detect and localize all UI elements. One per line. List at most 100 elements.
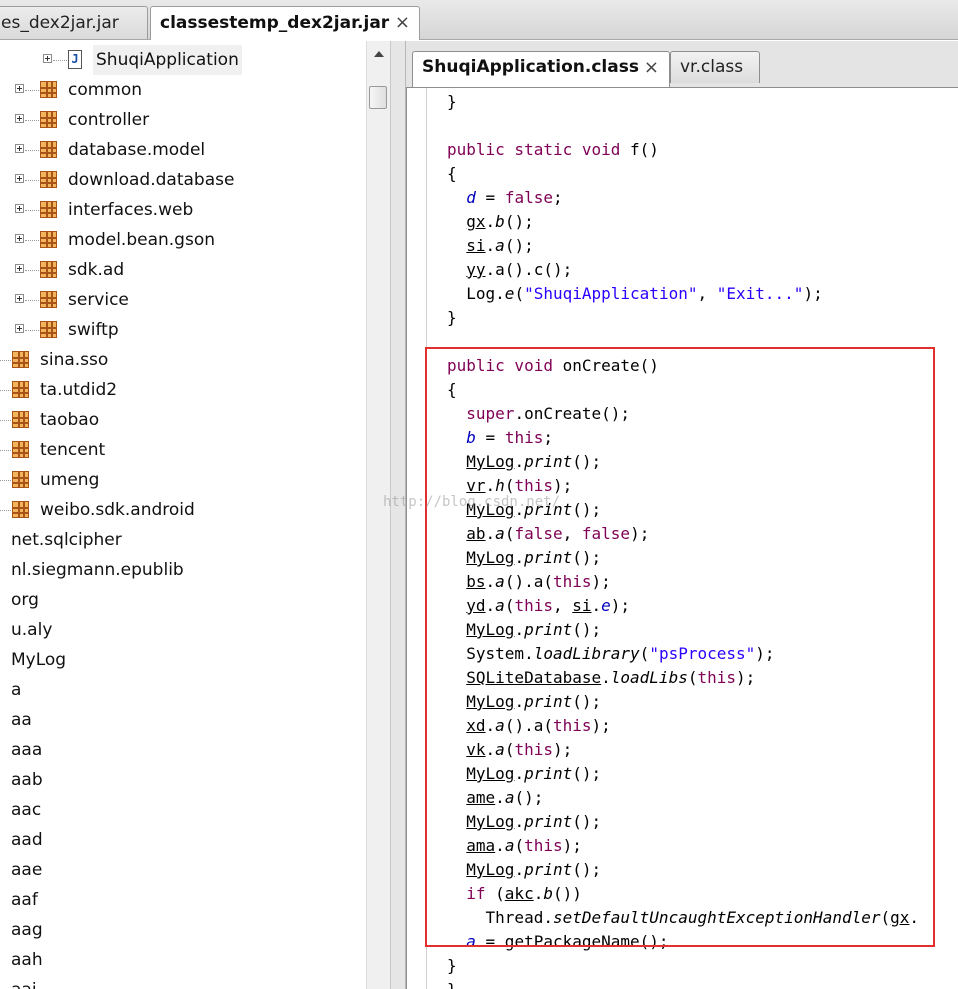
code-token: .a().c();	[485, 260, 573, 279]
expand-icon[interactable]	[15, 294, 24, 303]
tree-item-label: aae	[11, 860, 43, 880]
code-token: SQLiteDatabase	[466, 668, 602, 687]
tree-item[interactable]: a	[0, 675, 366, 705]
tree-item[interactable]: sdk.ad	[0, 255, 366, 285]
tree-item[interactable]: database.model	[0, 135, 366, 165]
tree-item[interactable]: aac	[0, 795, 366, 825]
code-token: ();	[572, 548, 602, 567]
tree-item-label: ShuqiApplication	[93, 45, 242, 75]
tree-item[interactable]: service	[0, 285, 366, 315]
tree-item[interactable]: org	[0, 585, 366, 615]
package-icon	[12, 411, 29, 428]
expand-icon[interactable]	[15, 234, 24, 243]
expand-icon[interactable]	[15, 174, 24, 183]
code-token: .	[485, 740, 496, 759]
code-token: MyLog	[466, 620, 515, 639]
editor-tab-shuqiapplication[interactable]: ShuqiApplication.class ×	[412, 51, 670, 87]
tree-item-label: u.aly	[11, 620, 53, 640]
tree-item[interactable]: aa	[0, 705, 366, 735]
expand-icon[interactable]	[15, 144, 24, 153]
code-line: }	[447, 978, 457, 989]
code-editor[interactable]: } public static void f(){ d = false; gx.b…	[406, 87, 958, 989]
file-tab-es-dex2jar[interactable]: es_dex2jar.jar	[0, 6, 148, 39]
package-icon	[40, 141, 57, 158]
tree-scrollbar[interactable]	[366, 41, 390, 989]
tree-item[interactable]: model.bean.gson	[0, 225, 366, 255]
code-token: MyLog	[466, 500, 515, 519]
expand-icon[interactable]	[43, 54, 52, 63]
expand-icon[interactable]	[15, 324, 24, 333]
tree-item[interactable]: controller	[0, 105, 366, 135]
tree-item-label: nl.siegmann.epublib	[11, 560, 184, 580]
code-token: .	[485, 596, 496, 615]
tree-item[interactable]: download.database	[0, 165, 366, 195]
code-token: .	[514, 860, 525, 879]
code-token: b	[466, 428, 476, 447]
tree-item[interactable]: umeng	[0, 465, 366, 495]
scrollbar-thumb[interactable]	[369, 86, 387, 109]
tree-item-label: swiftp	[68, 320, 119, 340]
tree-item[interactable]: u.aly	[0, 615, 366, 645]
tree-item[interactable]: common	[0, 75, 366, 105]
code-token: (	[504, 596, 515, 615]
tree-item[interactable]: nl.siegmann.epublib	[0, 555, 366, 585]
tree-item[interactable]: aae	[0, 855, 366, 885]
tree-item-label: aab	[11, 770, 43, 790]
tree-item[interactable]: aah	[0, 945, 366, 975]
code-token: "Exit..."	[716, 284, 804, 303]
code-token: print	[524, 620, 573, 639]
code-token: a	[495, 572, 505, 591]
code-line: {	[447, 378, 457, 402]
tree-item[interactable]: tencent	[0, 435, 366, 465]
close-icon[interactable]: ×	[644, 52, 659, 83]
file-tab-classestemp-dex2jar[interactable]: classestemp_dex2jar.jar ×	[150, 6, 420, 40]
code-token: ,	[562, 524, 582, 543]
code-token: ,	[697, 284, 717, 303]
tree-item[interactable]: aaf	[0, 885, 366, 915]
tree-item[interactable]: aaa	[0, 735, 366, 765]
package-icon	[12, 471, 29, 488]
tree-item[interactable]: aab	[0, 765, 366, 795]
tree-item[interactable]: aai	[0, 975, 366, 989]
tree-item[interactable]: net.sqlcipher	[0, 525, 366, 555]
code-line: vr.h(this);	[447, 474, 572, 498]
editor-tab-vr[interactable]: vr.class	[670, 51, 760, 83]
tree-item-label: umeng	[40, 470, 100, 490]
code-token: this	[504, 428, 544, 447]
code-token: System.	[447, 644, 534, 663]
scroll-up-arrow-icon[interactable]	[374, 51, 384, 57]
code-line: Log.e("ShuqiApplication", "Exit...");	[447, 282, 822, 306]
package-icon	[12, 381, 29, 398]
code-line: public void onCreate()	[447, 354, 659, 378]
code-token: a	[495, 596, 505, 615]
close-icon[interactable]: ×	[395, 7, 410, 39]
code-line: xd.a().a(this);	[447, 714, 611, 738]
package-icon	[40, 231, 57, 248]
tree-item[interactable]: weibo.sdk.android	[0, 495, 366, 525]
tree-item[interactable]: taobao	[0, 405, 366, 435]
tree-item[interactable]: J ShuqiApplication	[0, 45, 366, 75]
tree-item[interactable]: sina.sso	[0, 345, 366, 375]
expand-icon[interactable]	[15, 264, 24, 273]
tree-item[interactable]: aag	[0, 915, 366, 945]
code-token: false	[514, 524, 563, 543]
tree-item[interactable]: interfaces.web	[0, 195, 366, 225]
code-token: e	[504, 284, 515, 303]
expand-icon[interactable]	[15, 84, 24, 93]
expand-icon[interactable]	[15, 114, 24, 123]
code-token: .	[485, 476, 496, 495]
tree-item[interactable]: MyLog	[0, 645, 366, 675]
code-token: .	[485, 716, 496, 735]
tree-item[interactable]: aad	[0, 825, 366, 855]
code-token: this	[552, 716, 592, 735]
code-token: a	[495, 716, 505, 735]
panel-splitter[interactable]	[390, 41, 406, 989]
tree-item[interactable]: ta.utdid2	[0, 375, 366, 405]
expand-icon[interactable]	[15, 204, 24, 213]
tree-item[interactable]: swiftp	[0, 315, 366, 345]
code-token: this	[697, 668, 736, 687]
